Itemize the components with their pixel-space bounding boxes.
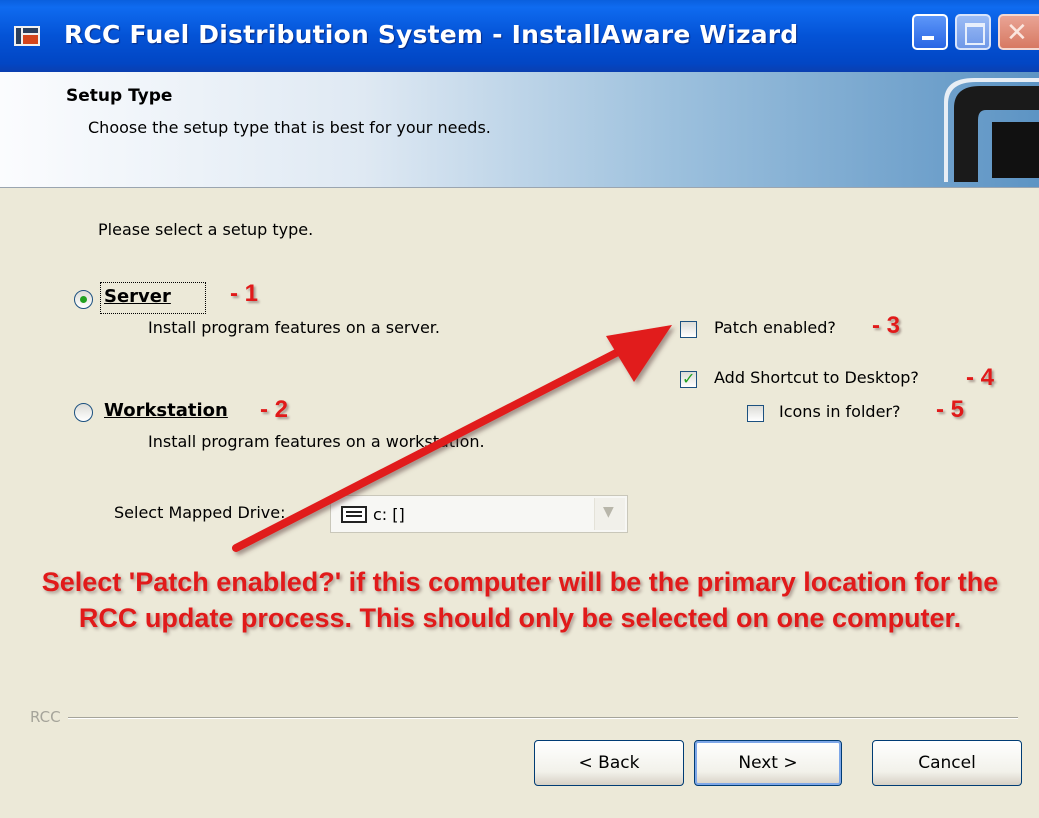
annotation-3: - 3 — [872, 312, 901, 339]
title-bar[interactable]: RCC Fuel Distribution System - InstallAw… — [0, 0, 1039, 72]
cancel-button[interactable]: Cancel — [872, 740, 1022, 786]
next-button[interactable]: Next > — [694, 740, 842, 786]
minimize-button[interactable] — [912, 14, 948, 50]
patch-enabled-checkbox[interactable] — [680, 321, 697, 338]
add-shortcut-label[interactable]: Add Shortcut to Desktop? — [714, 368, 919, 387]
radio-selected-dot — [80, 296, 87, 303]
maximize-icon — [965, 23, 985, 45]
app-icon — [14, 26, 40, 46]
server-description: Install program features on a server. — [148, 318, 440, 337]
instruction-note: Select 'Patch enabled?' if this computer… — [41, 567, 999, 633]
back-button[interactable]: < Back — [534, 740, 684, 786]
close-icon: ✕ — [1006, 18, 1028, 48]
maximize-button[interactable] — [955, 14, 991, 50]
workstation-label[interactable]: Workstation — [104, 400, 228, 421]
group-label: RCC — [30, 708, 61, 726]
window-title: RCC Fuel Distribution System - InstallAw… — [64, 20, 799, 49]
mapped-drive-select[interactable]: c: [] ▼ — [330, 495, 628, 533]
server-radio[interactable] — [74, 290, 93, 309]
workstation-description: Install program features on a workstatio… — [148, 432, 485, 451]
dropdown-button[interactable]: ▼ — [594, 498, 625, 530]
patch-enabled-label[interactable]: Patch enabled? — [714, 318, 836, 337]
check-icon: ✓ — [682, 369, 696, 388]
add-shortcut-checkbox[interactable]: ✓ — [680, 369, 697, 388]
header-subtitle: Choose the setup type that is best for y… — [88, 118, 491, 137]
close-button[interactable]: ✕ — [998, 14, 1039, 50]
annotation-4: - 4 — [966, 364, 995, 391]
minimize-icon — [922, 36, 934, 40]
icons-in-folder-label[interactable]: Icons in folder? — [779, 402, 900, 421]
icons-in-folder-checkbox[interactable] — [747, 405, 764, 422]
mapped-drive-label: Select Mapped Drive: — [114, 503, 286, 522]
installer-logo-icon — [944, 78, 1039, 182]
mapped-drive-value: c: [] — [373, 505, 405, 524]
annotation-1: - 1 — [230, 280, 259, 307]
setup-prompt: Please select a setup type. — [98, 220, 314, 239]
annotation-2: - 2 — [260, 396, 289, 423]
workstation-radio[interactable] — [74, 403, 93, 422]
footer-divider — [68, 717, 1018, 719]
installer-window: RCC Fuel Distribution System - InstallAw… — [0, 0, 1039, 818]
header-title: Setup Type — [66, 86, 173, 106]
wizard-header: Setup Type Choose the setup type that is… — [0, 72, 1039, 188]
drive-icon — [341, 506, 367, 523]
server-label[interactable]: Server — [104, 286, 171, 307]
annotation-5: - 5 — [936, 396, 965, 423]
chevron-down-icon: ▼ — [603, 504, 614, 520]
